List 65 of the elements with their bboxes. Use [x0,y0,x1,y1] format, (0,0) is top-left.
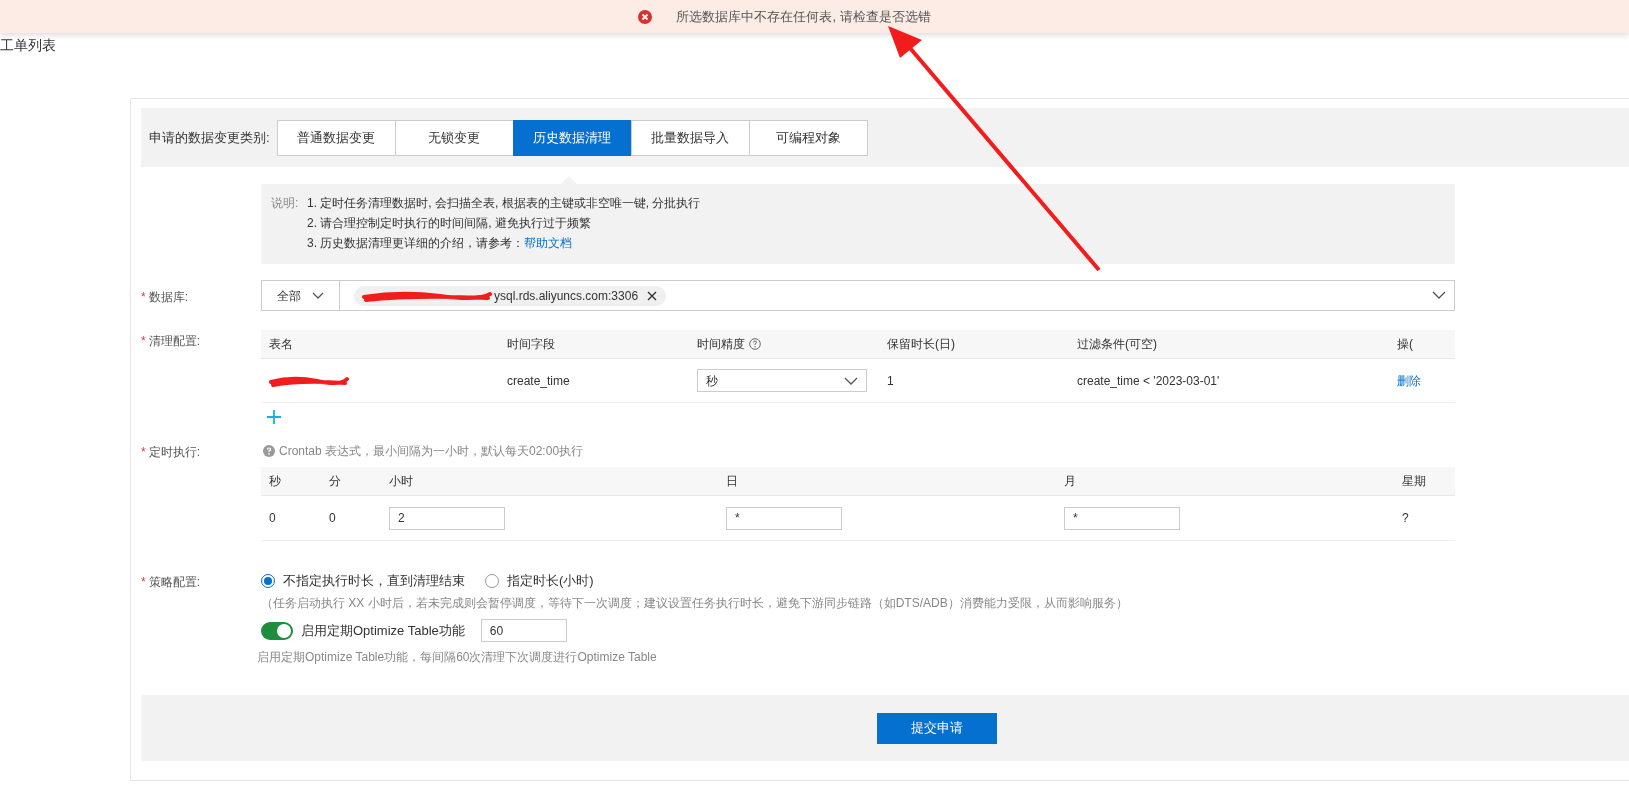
category-tab[interactable]: 批量数据导入 [630,119,750,156]
table-cell-text: 1 [887,372,895,390]
column-header: 秒 [269,474,281,488]
field-label: 策略配置: [148,574,200,591]
required-mark: * [141,288,146,306]
column-header: 小时 [389,474,413,488]
chevron-down-icon [1432,291,1446,300]
table-cell: 0 [329,511,336,525]
column-header: 操( [1397,336,1413,353]
table-cell: 0 [269,511,276,525]
notes-label: 说明: [271,195,300,212]
radio-label: 指定时长(小时) [507,572,594,591]
required-mark: * [141,444,146,461]
page-title: 工单列表 [0,36,56,55]
field-label: 定时执行: [148,444,200,461]
category-tab[interactable]: 历史数据清理 [512,119,632,156]
help-icon [263,445,275,457]
column-header: 过滤条件(可空) [1077,336,1157,353]
note-line: 1. 定时任务清理数据时, 会扫描全表, 根据表的主键或非空唯一键, 分批执行 [307,195,701,212]
chevron-down-icon [312,291,324,300]
table-cell-text: create_time < '2023-03-01' [1077,372,1221,390]
table-cell: ? [1402,511,1409,525]
radio-label: 不指定执行时长，直到清理结束 [283,572,465,591]
toggle-label: 启用定期Optimize Table功能 [301,621,465,640]
optimize-description: 启用定期Optimize Table功能，每间隔60次清理下次调度进行Optimize Table [257,649,657,666]
required-mark: * [141,574,146,591]
table-cell-text: create_time [507,372,571,390]
database-tag[interactable]: ysql.rds.aliyuncs.com:3306 [354,285,667,306]
category-tab[interactable]: 无锁变更 [394,119,514,156]
cron-input[interactable]: * [1064,506,1180,530]
strategy-hint: （任务启动执行 XX 小时后，若未完成则会暂停调度，等待下一次调度；建议设置任务执行时长，避免下游同步链路（如DTS/ADB）消费能力受限，从而影响服务） [261,595,1128,612]
submit-button[interactable]: 提交申请 [877,712,997,744]
column-header: 月 [1064,474,1076,488]
schedule-hint: Crontab 表达式，最小间隔为一小时，默认每天02:00执行 [279,443,584,460]
column-header: 表名 [269,336,293,353]
database-select[interactable]: 全部 ysql.rds.aliyuncs.com:3306 [261,280,1455,311]
column-header: 时间精度 [697,336,745,353]
close-icon[interactable] [646,289,659,302]
cron-input[interactable]: * [726,506,842,530]
toggle-switch[interactable] [261,621,293,640]
error-icon [638,9,653,24]
category-tab[interactable]: 可编程对象 [748,119,868,156]
category-tab[interactable]: 普通数据变更 [276,119,396,156]
interval-input[interactable]: 60 [480,619,567,642]
field-label: 清理配置: [148,333,200,350]
column-header: 时间字段 [507,336,555,353]
note-line: 2. 请合理控制定时执行的时间间隔, 避免执行过于频繁 [307,215,591,232]
toast-message: 所选数据库中不存在任何表, 请检查是否选错 [676,7,931,26]
help-link[interactable]: 帮助文档 [524,233,573,253]
tag-text: ysql.rds.aliyuncs.com:3306 [494,287,639,305]
required-mark: * [141,333,146,350]
field-label: 数据库: [148,288,188,306]
delete-link[interactable]: 删除 [1397,371,1421,390]
column-header: 保留时长(日) [887,336,955,353]
column-header: 日 [726,474,738,488]
add-icon[interactable] [266,409,282,425]
column-header: 星期 [1402,474,1426,488]
cron-input[interactable]: 2 [389,506,505,530]
note-line: 3. 历史数据清理更详细的介绍，请参考： [307,235,525,252]
precision-select[interactable]: 秒 [697,369,867,392]
help-icon [749,338,761,350]
column-header: 分 [329,474,341,488]
chevron-down-icon [844,376,858,385]
scope-value: 全部 [277,287,301,305]
category-label: 申请的数据变更类别: [149,128,270,147]
